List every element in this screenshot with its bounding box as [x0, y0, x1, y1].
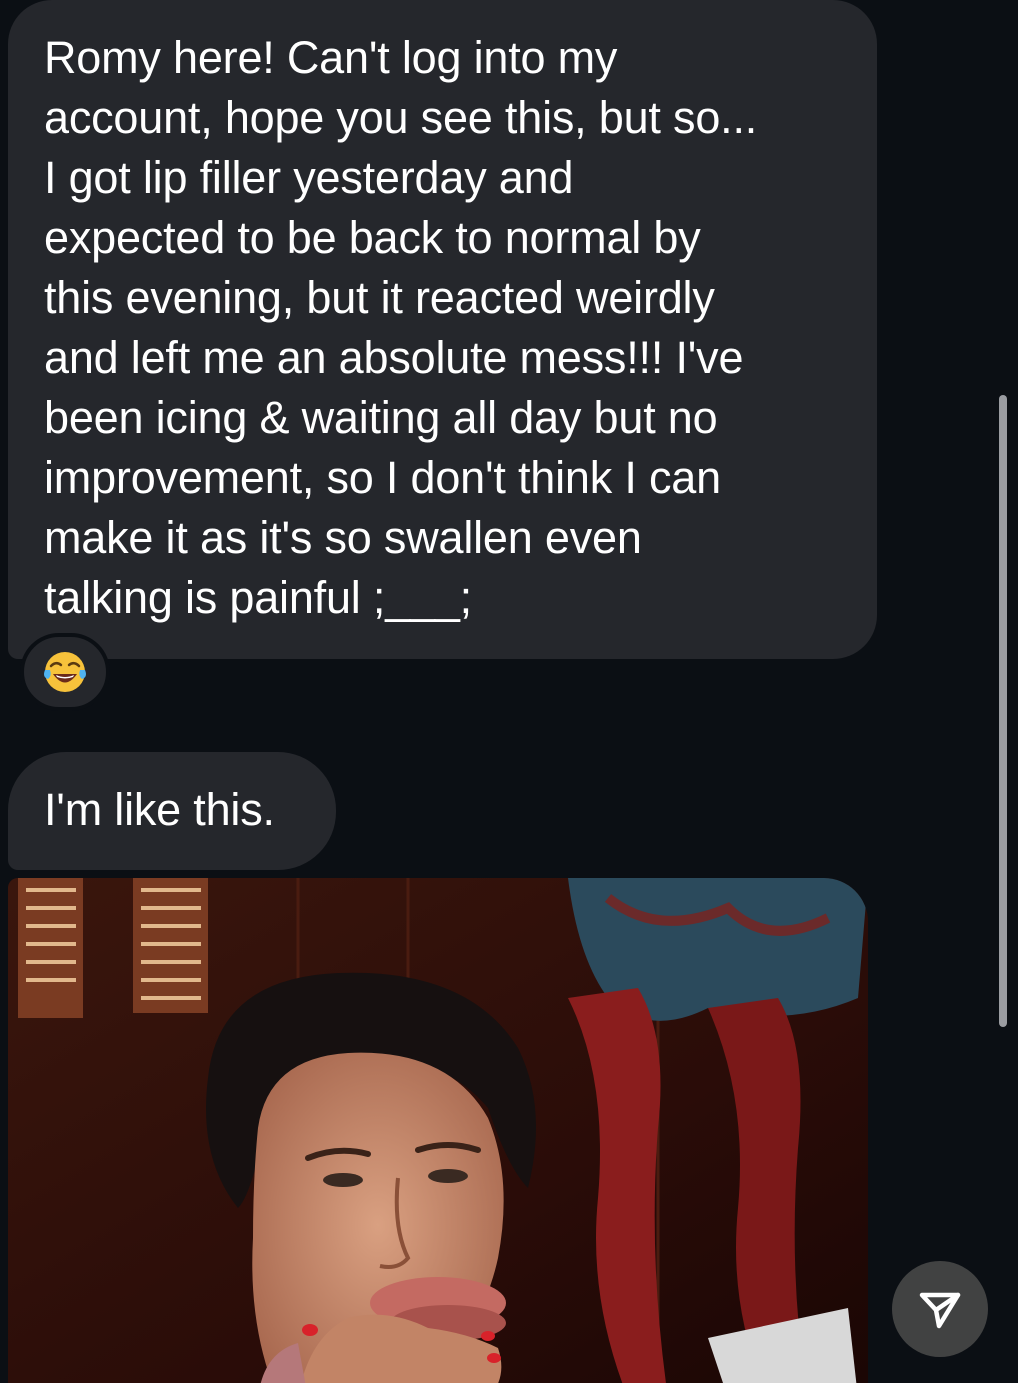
photo-attachment[interactable] [8, 878, 868, 1383]
message-reaction[interactable] [20, 633, 110, 711]
face-with-tears-of-joy-icon [44, 652, 86, 692]
photo-image [8, 878, 868, 1383]
send-button[interactable] [892, 1261, 988, 1357]
chat-screen: Romy here! Can't log into my account, ho… [0, 0, 1018, 1383]
scrollbar[interactable] [999, 395, 1007, 1027]
message-text: Romy here! Can't log into my account, ho… [44, 32, 758, 623]
message-bubble-incoming[interactable]: Romy here! Can't log into my account, ho… [8, 0, 877, 659]
send-icon [919, 1292, 961, 1329]
message-text: I'm like this. [44, 784, 275, 835]
message-bubble-incoming[interactable]: I'm like this. [8, 752, 336, 870]
